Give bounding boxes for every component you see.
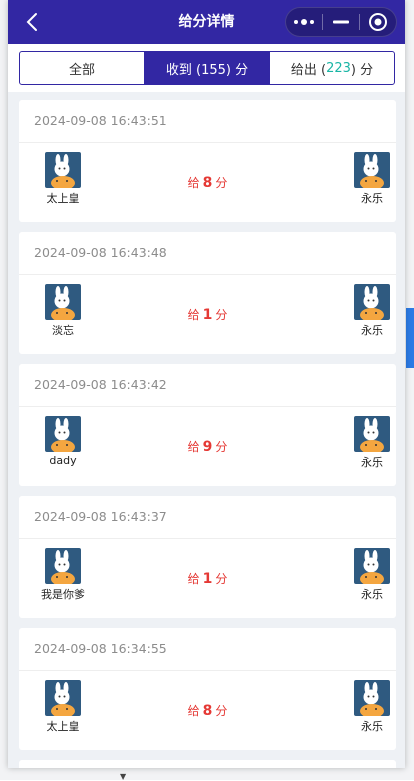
tab-all[interactable]: 全部 xyxy=(20,52,144,84)
score-value: 8 xyxy=(202,703,213,719)
record-time: 2024-09-08 16:43:37 xyxy=(34,509,167,524)
card-divider xyxy=(19,274,396,275)
target-close-icon xyxy=(369,13,387,31)
score-prefix: 给 xyxy=(187,176,200,190)
minimize-icon xyxy=(333,20,349,24)
score-suffix: 分 xyxy=(215,308,228,322)
score-value: 8 xyxy=(202,175,213,191)
record-time: 2024-09-08 16:43:42 xyxy=(34,377,167,392)
score-value: 9 xyxy=(202,439,213,455)
miniprogram-capsule xyxy=(285,7,397,37)
tab-given[interactable]: 给出 (223) 分 xyxy=(269,52,394,84)
score-prefix: 给 xyxy=(187,440,200,454)
receiver-name: 永乐 xyxy=(361,588,383,601)
score-detail-panel: 给分详情 全部 收到 (155) 分 给出 (223) 分 2024-09-… xyxy=(8,0,405,768)
score-value: 1 xyxy=(202,307,213,323)
giver-name: 太上皇 xyxy=(46,192,80,205)
card-divider xyxy=(19,538,396,539)
giver-name: dady xyxy=(49,454,77,467)
record-time: 2024-09-08 16:43:48 xyxy=(34,245,167,260)
receiver[interactable]: 永乐 xyxy=(332,152,405,206)
score-suffix: 分 xyxy=(215,440,228,454)
giver-name: 太上皇 xyxy=(46,720,80,733)
score-prefix: 给 xyxy=(187,572,200,586)
tab-received[interactable]: 收到 (155) 分 xyxy=(144,52,269,84)
more-button[interactable] xyxy=(286,8,322,36)
background-side-tab xyxy=(406,308,414,368)
avatar xyxy=(354,548,390,584)
avatar xyxy=(354,680,390,716)
card-divider xyxy=(19,670,396,671)
receiver-name: 永乐 xyxy=(361,324,383,337)
more-dots-icon xyxy=(294,19,314,25)
receiver-name: 永乐 xyxy=(361,456,383,469)
next-record-card-partial xyxy=(19,760,396,768)
receiver[interactable]: 永乐 xyxy=(332,548,405,602)
nav-bar: 给分详情 xyxy=(8,0,405,44)
record-card: 2024-09-08 16:43:48 淡忘 给1分 永乐 xyxy=(19,232,396,354)
receiver[interactable]: 永乐 xyxy=(332,416,405,470)
record-time: 2024-09-08 16:34:55 xyxy=(34,641,167,656)
receiver[interactable]: 永乐 xyxy=(332,284,405,338)
tab-given-suffix: ) 分 xyxy=(350,62,374,78)
receiver[interactable]: 永乐 xyxy=(332,680,405,734)
score-suffix: 分 xyxy=(215,704,228,718)
minimize-button[interactable] xyxy=(323,8,359,36)
record-card: 2024-09-08 16:34:55 太上皇 给8分 永乐 xyxy=(19,628,396,750)
card-divider xyxy=(19,406,396,407)
avatar xyxy=(354,284,390,320)
avatar xyxy=(354,152,390,188)
receiver-name: 永乐 xyxy=(361,720,383,733)
score-prefix: 给 xyxy=(187,704,200,718)
tab-given-prefix: 给出 ( xyxy=(290,62,327,78)
score-value: 1 xyxy=(202,571,213,587)
close-button[interactable] xyxy=(360,8,396,36)
score-suffix: 分 xyxy=(215,176,228,190)
record-list: 2024-09-08 16:43:51 太上皇 给8分 永乐 2024-09-0… xyxy=(8,92,405,768)
tab-given-count: 223 xyxy=(326,60,351,76)
record-card: 2024-09-08 16:43:37 我是你爹 给1分 永乐 xyxy=(19,496,396,618)
card-divider xyxy=(19,142,396,143)
giver-name: 我是你爹 xyxy=(41,588,85,601)
record-time: 2024-09-08 16:43:51 xyxy=(34,113,167,128)
avatar xyxy=(354,416,390,452)
record-card: 2024-09-08 16:43:42 dady 给9分 永乐 xyxy=(19,364,396,486)
score-suffix: 分 xyxy=(215,572,228,586)
filter-tabs: 全部 收到 (155) 分 给出 (223) 分 xyxy=(19,51,395,85)
giver-name: 淡忘 xyxy=(52,324,74,337)
receiver-name: 永乐 xyxy=(361,192,383,205)
score-prefix: 给 xyxy=(187,308,200,322)
record-card: 2024-09-08 16:43:51 太上皇 给8分 永乐 xyxy=(19,100,396,222)
